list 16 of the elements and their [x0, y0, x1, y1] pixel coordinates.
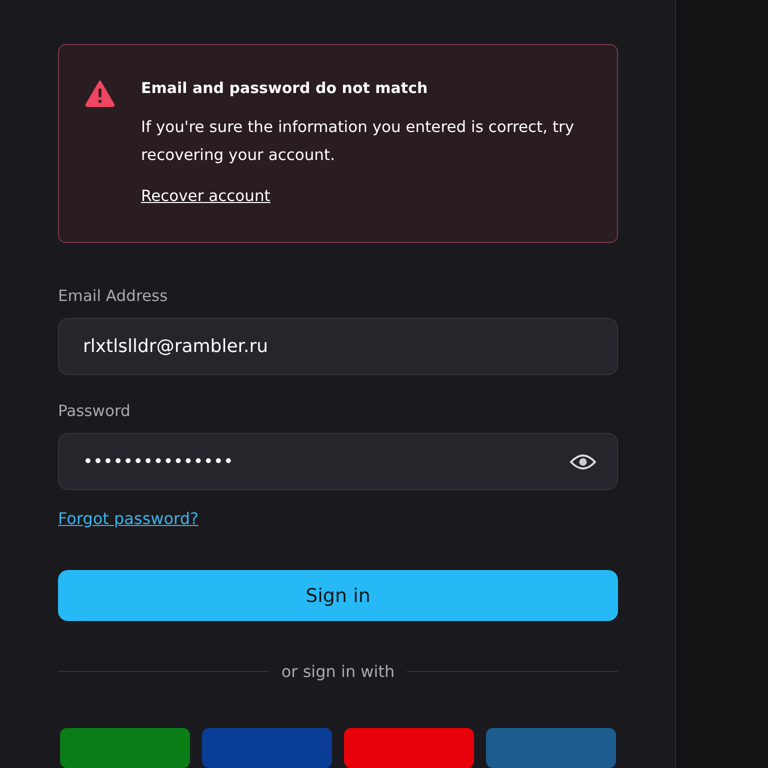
social-login-button[interactable] [486, 728, 616, 768]
divider-text: or sign in with [281, 662, 395, 681]
warning-icon [85, 80, 115, 107]
social-login-button[interactable] [202, 728, 332, 768]
recover-account-link[interactable]: Recover account [141, 185, 270, 207]
social-login-button[interactable] [60, 728, 190, 768]
email-field[interactable]: rlxtlslldr@rambler.ru [58, 318, 618, 376]
forgot-password-link[interactable]: Forgot password? [58, 509, 198, 528]
field-label: Password [58, 401, 130, 422]
social-login-button[interactable] [344, 728, 474, 768]
eye-icon[interactable] [569, 452, 597, 472]
password-field[interactable]: ••••••••••••••• [58, 433, 618, 490]
error-message: If you're sure the information you entered is correct, try recovering your account. [141, 117, 576, 166]
error-title: Email and password do not match [141, 78, 428, 98]
sign-in-button[interactable]: Sign in [58, 570, 618, 621]
field-label: Email Address [58, 286, 168, 306]
